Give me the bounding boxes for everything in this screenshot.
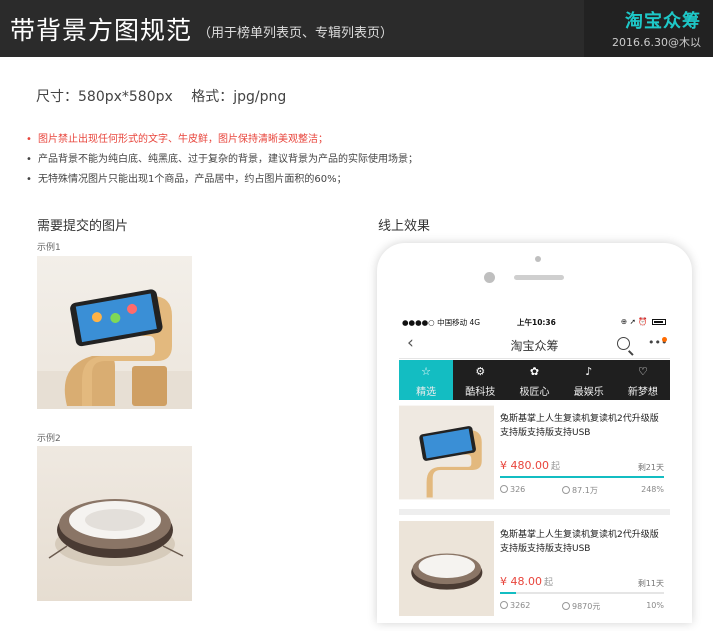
price-value: ¥ 480.00 [500,459,549,472]
notification-dot [662,337,667,342]
author-date: 2016.6.30@木以 [612,36,701,49]
tab-tech[interactable]: ⚙ 酷科技 [453,360,507,400]
progress-bar [500,592,664,594]
price-unit: 起 [550,462,560,472]
tab-label: 精选 [416,387,437,398]
status-indicators-icon: ⊕ ➚ ⏰ [620,317,648,326]
entertainment-icon: ♪ [585,365,593,378]
tab-featured[interactable]: ☆ 精选 [399,360,454,400]
example-1-label: 示例1 [37,243,61,253]
search-icon[interactable] [617,337,630,350]
user-icon [500,485,508,493]
percent-stat: 248% [641,485,664,494]
example-2-image [37,446,192,601]
tab-label: 酷科技 [465,387,496,398]
raised-stat: 87.1万 [562,485,598,496]
brand-block: 淘宝众筹 2016.6.30@木以 [584,0,713,57]
rule-item: 图片禁止出现任何形式的文字、牛皮鲜，图片保持清晰美观整洁； [26,130,418,150]
phone-camera [535,256,541,262]
project-price: ¥ 48.00 起 [500,575,553,588]
supporters-stat: 3262 [500,601,530,610]
supporters-count: 326 [510,485,526,494]
status-time: 上午10:36 [517,318,556,327]
craft-icon: ✿ [529,365,540,378]
tab-label: 最娱乐 [573,387,604,398]
example-1-image [37,256,192,409]
tab-label: 新梦想 [627,387,658,398]
example-2-label: 示例2 [37,434,61,444]
days-remaining: 剩11天 [637,579,664,588]
spec-format: 格式：jpg/png [191,89,287,105]
tab-label: 极匠心 [519,387,550,398]
brand-logo: 淘宝众筹 [625,11,701,32]
percent-stat: 10% [646,601,664,610]
tab-entertainment[interactable]: ♪ 最娱乐 [562,360,616,400]
project-thumbnail [399,405,494,500]
supporters-stat: 326 [500,485,525,494]
currency-icon [562,486,570,494]
raised-amount: 87.1万 [572,486,598,495]
tech-icon: ⚙ [475,365,486,378]
category-tabs: ☆ 精选 ⚙ 酷科技 ✿ 极匠心 ♪ 最娱乐 ♡ 新梦想 [399,360,670,400]
online-section-title: 线上效果 [378,219,431,234]
days-remaining: 剩21天 [637,463,664,472]
spec-line: 尺寸：580px*580px 格式：jpg/png [36,86,286,106]
star-icon: ☆ [421,365,432,378]
dream-icon: ♡ [637,365,648,378]
progress-fill [500,476,664,478]
tab-craft[interactable]: ✿ 极匠心 [507,360,561,400]
project-card[interactable]: 兔斯基掌上人生复读机复读机2代升级版支持版支持版支持USB ¥ 480.00 起 … [399,405,670,515]
rule-item: 无特殊情况图片只能出现1个商品，产品居中，约占图片面积的60%； [26,170,418,190]
phone-speaker [514,275,564,280]
currency-icon [562,602,570,610]
page-header: 带背景方图规范 （用于榜单列表页、专辑列表页） 淘宝众筹 2016.6.30@木… [0,0,713,57]
supporters-count: 3262 [510,601,531,610]
progress-fill [500,592,517,594]
page-subtitle: （用于榜单列表页、专辑列表页） [198,26,394,41]
tab-dream[interactable]: ♡ 新梦想 [616,360,670,400]
price-unit: 起 [544,578,554,588]
project-thumbnail [399,521,494,616]
project-title: 兔斯基掌上人生复读机复读机2代升级版支持版支持版支持USB [500,414,659,438]
project-price: ¥ 480.00 起 [500,459,560,472]
progress-bar [500,476,664,478]
rules-list: 图片禁止出现任何形式的文字、牛皮鲜，图片保持清晰美观整洁； 产品背景不能为纯白底… [26,130,418,190]
rule-item: 产品背景不能为纯白底、纯黑底、过于复杂的背景，建议背景为产品的实际使用场景； [26,150,418,170]
carrier-signal: ●●●●○ 中国移动 4G [402,318,481,327]
phone-front-lens [484,272,495,283]
status-icons: ⊕ ➚ ⏰ [621,317,666,326]
phone-screen: ●●●●○ 中国移动 4G 上午10:36 ⊕ ➚ ⏰ ‹ 淘宝众筹 ••• ☆… [399,315,670,623]
price-value: ¥ 48.00 [500,575,542,588]
status-bar: ●●●●○ 中国移动 4G 上午10:36 ⊕ ➚ ⏰ [399,315,670,329]
submit-section-title: 需要提交的图片 [37,219,129,234]
project-card[interactable]: 兔斯基掌上人生复读机复读机2代升级版支持版支持版支持USB ¥ 48.00 起 剩… [399,521,670,623]
page-title: 带背景方图规范 [10,16,193,45]
project-title: 兔斯基掌上人生复读机复读机2代升级版支持版支持版支持USB [500,530,659,554]
app-navbar: ‹ 淘宝众筹 ••• [399,329,670,359]
raised-stat: 9870元 [562,601,600,612]
battery-icon [652,319,666,325]
spec-size: 尺寸：580px*580px [36,89,173,105]
phone-mockup: ●●●●○ 中国移动 4G 上午10:36 ⊕ ➚ ⏰ ‹ 淘宝众筹 ••• ☆… [377,243,692,623]
raised-amount: 9870元 [572,602,601,611]
user-icon [500,601,508,609]
